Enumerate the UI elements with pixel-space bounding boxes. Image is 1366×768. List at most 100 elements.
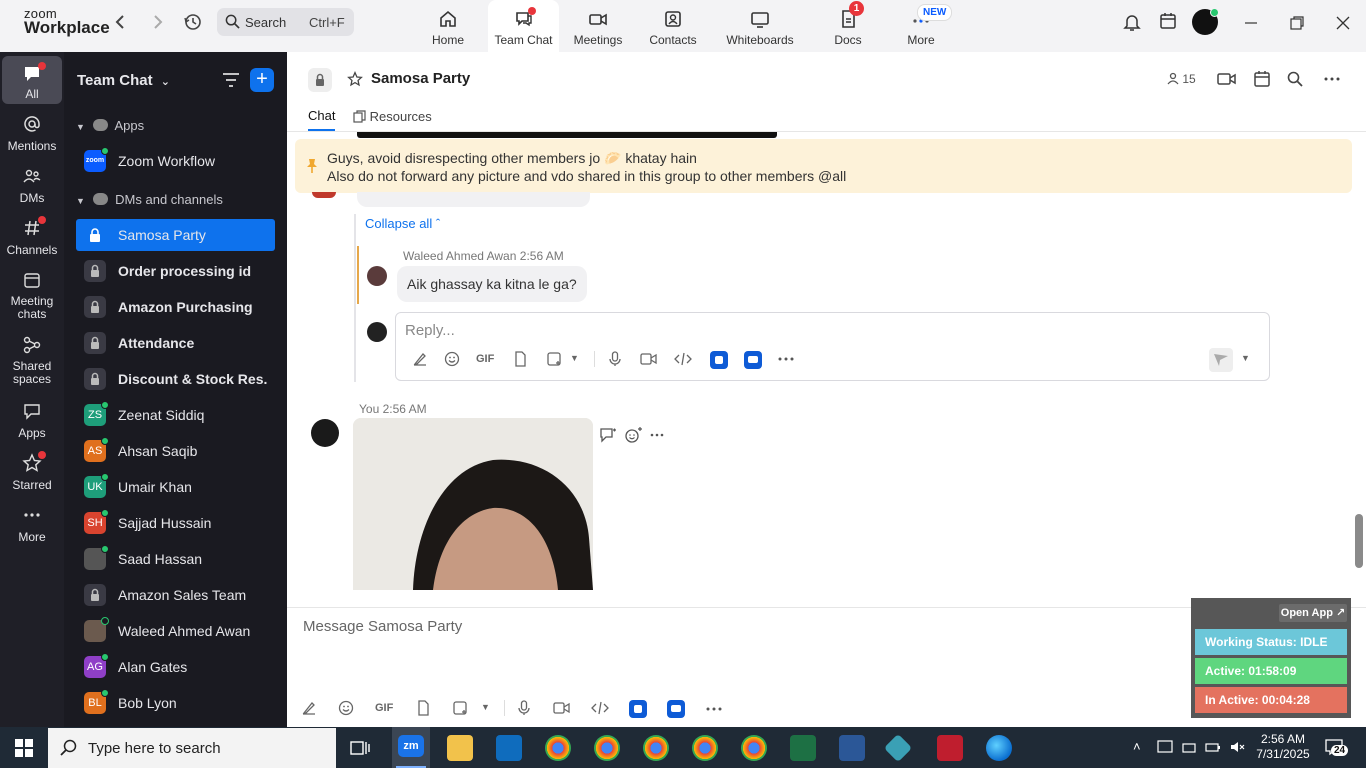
calendar-icon[interactable] xyxy=(1159,12,1177,30)
reply-input[interactable]: Reply... GIF ▼ ▼ xyxy=(395,312,1270,381)
channel-title[interactable]: Samosa Party xyxy=(371,70,470,87)
sidebar-item-sajjad-hussain[interactable]: SH Sajjad Hussain xyxy=(76,507,275,539)
sidebar-item-amazon-purchasing[interactable]: Amazon Purchasing xyxy=(76,291,275,323)
rail-channels[interactable]: Channels xyxy=(2,216,62,257)
gif-button[interactable]: GIF xyxy=(476,353,500,371)
app-integration-icon[interactable] xyxy=(710,351,728,369)
sidebar-item-umair-khan[interactable]: UK Umair Khan xyxy=(76,471,275,503)
history-icon[interactable] xyxy=(183,12,203,32)
sidebar-item-alan-gates[interactable]: AG Alan Gates xyxy=(76,651,275,683)
shared-photo[interactable] xyxy=(353,418,593,590)
pinned-message-banner[interactable]: Guys, avoid disrespecting other members … xyxy=(295,139,1352,193)
rail-more[interactable]: More xyxy=(2,505,62,544)
emoji-icon[interactable] xyxy=(338,700,356,718)
file-icon[interactable] xyxy=(512,351,530,369)
outlook-icon[interactable] xyxy=(496,735,522,761)
send-icon[interactable] xyxy=(1209,348,1233,372)
screenshot-icon[interactable] xyxy=(546,351,564,369)
excel-icon[interactable] xyxy=(790,735,816,761)
chevron-down-icon[interactable]: ▼ xyxy=(481,702,499,720)
calculator-icon[interactable] xyxy=(839,735,865,761)
member-count[interactable]: 15 xyxy=(1167,72,1196,86)
sidebar-item-ahsan-saqib[interactable]: AS Ahsan Saqib xyxy=(76,435,275,467)
sidebar-item-zeenat-siddiq[interactable]: ZS Zeenat Siddiq xyxy=(76,399,275,431)
message-more-icon[interactable] xyxy=(649,428,665,442)
tab-more[interactable]: NEW More xyxy=(899,0,953,52)
edge-icon[interactable] xyxy=(986,735,1012,761)
file-explorer-icon[interactable] xyxy=(447,735,473,761)
rail-meeting-chats[interactable]: Meeting chats xyxy=(2,270,62,321)
microphone-icon[interactable] xyxy=(516,700,534,718)
search-bar[interactable]: Search Ctrl+F xyxy=(217,8,354,36)
collapse-all-link[interactable]: Collapse all ˆ xyxy=(365,216,440,231)
tab-meetings[interactable]: Meetings xyxy=(568,0,628,52)
emoji-icon[interactable] xyxy=(444,351,462,369)
reply-in-thread-icon[interactable] xyxy=(599,427,617,443)
network-icon[interactable] xyxy=(1181,739,1197,755)
avatar[interactable] xyxy=(311,419,339,447)
tab-home[interactable]: Home xyxy=(420,0,476,52)
file-icon[interactable] xyxy=(415,700,433,718)
taskbar-search[interactable]: Type here to search xyxy=(48,728,336,768)
sidebar-item-order-processing[interactable]: Order processing id xyxy=(76,255,275,287)
filter-icon[interactable] xyxy=(222,72,240,88)
windows-start-icon[interactable] xyxy=(15,739,33,757)
format-text-icon[interactable] xyxy=(301,700,319,718)
sidebar-item-samosa-party[interactable]: Samosa Party xyxy=(76,219,275,251)
avatar[interactable] xyxy=(367,266,387,286)
app-integration-icon[interactable] xyxy=(629,700,647,718)
filezilla-icon[interactable] xyxy=(937,735,963,761)
app-integration-icon-2[interactable] xyxy=(744,351,762,369)
format-text-icon[interactable] xyxy=(412,351,430,369)
app-integration-icon-2[interactable] xyxy=(667,700,685,718)
send-options-chevron-icon[interactable]: ▼ xyxy=(1241,353,1259,371)
rail-starred[interactable]: Starred xyxy=(2,451,62,492)
user-avatar[interactable] xyxy=(1192,8,1219,35)
tab-whiteboards[interactable]: Whiteboards xyxy=(722,0,798,52)
chevron-up-icon[interactable]: ˄ xyxy=(1133,739,1141,754)
rail-apps[interactable]: Apps xyxy=(2,401,62,440)
dms-section-header[interactable]: ▼ DMs and channels xyxy=(76,192,223,207)
more-tools-icon[interactable] xyxy=(777,351,795,369)
tab-contacts[interactable]: Contacts xyxy=(645,0,701,52)
sidebar-item-discount-stock[interactable]: Discount & Stock Res... xyxy=(76,363,275,395)
restore-icon[interactable] xyxy=(1288,14,1306,32)
open-app-button[interactable]: Open App ↗ xyxy=(1279,604,1347,622)
star-icon[interactable] xyxy=(347,71,363,87)
video-message-icon[interactable] xyxy=(640,351,658,369)
diamond-app-icon[interactable] xyxy=(883,733,913,763)
rail-all[interactable]: All xyxy=(2,56,62,104)
screenshot-icon[interactable] xyxy=(452,700,470,718)
minimize-icon[interactable] xyxy=(1242,14,1260,32)
rail-shared-spaces[interactable]: Shared spaces xyxy=(2,335,62,386)
tab-team-chat[interactable]: Team Chat xyxy=(488,0,559,52)
gif-button[interactable]: GIF xyxy=(375,702,399,720)
tab-chat[interactable]: Chat xyxy=(308,108,335,123)
video-call-icon[interactable] xyxy=(1217,71,1237,87)
calendar-icon[interactable] xyxy=(1253,70,1271,88)
sidebar-item-waleed-ahmed-awan[interactable]: Waleed Ahmed Awan xyxy=(76,615,275,647)
scrollbar-thumb[interactable] xyxy=(1355,514,1363,568)
shared-image-partial[interactable] xyxy=(357,132,777,138)
sidebar-item-saad-hassan[interactable]: Saad Hassan xyxy=(76,543,275,575)
more-tools-icon[interactable] xyxy=(705,701,723,719)
chevron-down-icon[interactable]: ▼ xyxy=(570,353,588,371)
sidebar-item-amazon-sales-team[interactable]: Amazon Sales Team xyxy=(76,579,275,611)
bell-icon[interactable] xyxy=(1123,12,1141,31)
code-snippet-icon[interactable] xyxy=(674,351,692,369)
sidebar-item-zoom-workflow[interactable]: zoom Zoom Workflow xyxy=(76,145,275,177)
search-icon[interactable] xyxy=(1287,71,1303,87)
rail-dms[interactable]: DMs xyxy=(2,166,62,205)
microphone-icon[interactable] xyxy=(607,351,625,369)
rail-mentions[interactable]: Mentions xyxy=(2,114,62,153)
chrome-profile-2-icon[interactable] xyxy=(594,735,620,761)
message-input[interactable]: Message Samosa Party xyxy=(303,618,462,635)
sidebar-item-attendance[interactable]: Attendance xyxy=(76,327,275,359)
tab-resources[interactable]: Resources xyxy=(353,109,432,124)
close-icon[interactable] xyxy=(1334,14,1352,32)
code-snippet-icon[interactable] xyxy=(591,700,609,718)
task-view-icon[interactable] xyxy=(350,738,370,758)
volume-muted-icon[interactable] xyxy=(1229,739,1245,755)
more-options-icon[interactable] xyxy=(1323,72,1341,86)
team-chat-header[interactable]: Team Chat ⌄ xyxy=(77,72,170,89)
